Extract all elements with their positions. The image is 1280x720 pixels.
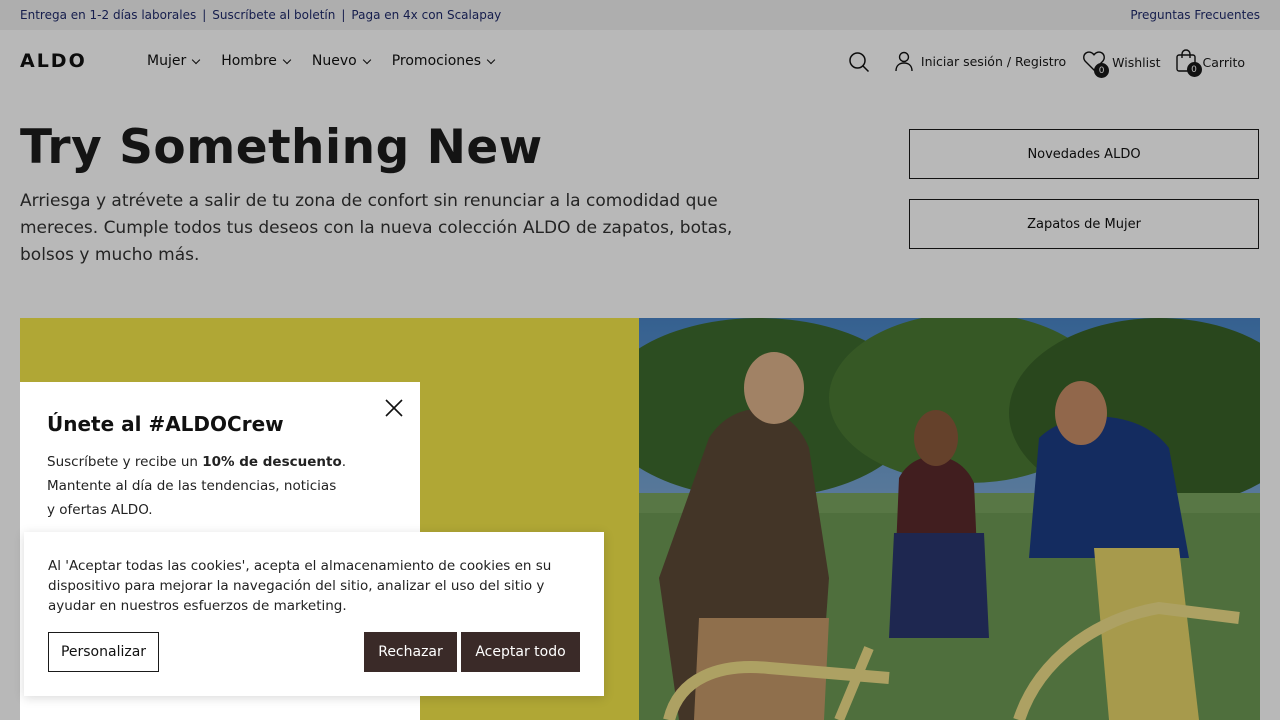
discount-highlight: 10% de descuento [202, 454, 342, 470]
reject-cookies-button[interactable]: Rechazar [364, 632, 457, 672]
accept-cookies-button[interactable]: Aceptar todo [461, 632, 580, 672]
close-popup-button[interactable] [384, 398, 404, 418]
cookie-consent-banner: Al 'Aceptar todas las cookies', acepta e… [24, 532, 604, 696]
cookie-buttons: Personalizar Rechazar Aceptar todo [48, 632, 580, 672]
popup-title: Únete al #ALDOCrew [47, 412, 284, 436]
customize-cookies-button[interactable]: Personalizar [48, 632, 159, 672]
popup-text: Suscríbete y recibe un 10% de descuento.… [47, 450, 347, 522]
cookie-text: Al 'Aceptar todas las cookies', acepta e… [48, 558, 552, 614]
popup-text-start: Suscríbete y recibe un [47, 454, 203, 470]
close-icon [385, 399, 403, 417]
